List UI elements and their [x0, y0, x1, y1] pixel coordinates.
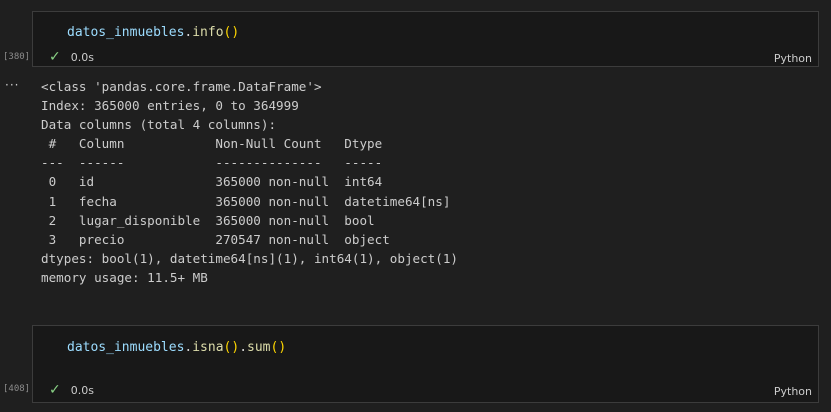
- language-selector[interactable]: Python: [774, 52, 812, 65]
- code-token-method: sum: [247, 340, 271, 355]
- language-selector[interactable]: Python: [774, 385, 812, 398]
- execution-duration: 0.0s: [70, 383, 94, 397]
- output-more-icon[interactable]: ···: [5, 78, 19, 92]
- output-line: 0 id 365000 non-null int64: [41, 174, 451, 190]
- output-line: 2 lugar_disponible 365000 non-null bool: [41, 212, 451, 228]
- code-token-method: info: [192, 25, 224, 40]
- notebook: [380] datos_inmuebles.info() ✓ 0.0s Pyth…: [0, 0, 831, 412]
- output-line: --- ------ -------------- -----: [41, 155, 451, 171]
- code-cell[interactable]: datos_inmuebles.isna().sum() ✓ 0.0s Pyth…: [32, 325, 819, 403]
- execution-count: [408]: [3, 384, 31, 394]
- execution-duration: 0.0s: [70, 50, 94, 64]
- output-line: memory usage: 11.5+ MB: [41, 269, 208, 285]
- output-line: 1 fecha 365000 non-null datetime64[ns]: [41, 193, 451, 209]
- output-line: # Column Non-Null Count Dtype: [41, 136, 451, 152]
- code-token-paren: ): [231, 25, 240, 40]
- check-icon: ✓: [49, 382, 61, 398]
- code-token-object: datos_inmuebles: [67, 25, 185, 40]
- code-token-object: datos_inmuebles: [67, 340, 185, 355]
- cell-status: ✓ 0.0s: [49, 50, 94, 64]
- code-token-dot: .: [239, 340, 248, 355]
- code-cell[interactable]: datos_inmuebles.info() ✓ 0.0s Python: [32, 11, 819, 67]
- code-token-method: isna: [192, 340, 224, 355]
- output-line: <class 'pandas.core.frame.DataFrame'>: [41, 79, 322, 94]
- check-icon: ✓: [49, 49, 61, 65]
- output-line: Data columns (total 4 columns):: [41, 117, 277, 133]
- output-line: Index: 365000 entries, 0 to 364999: [41, 98, 299, 114]
- code-editor[interactable]: datos_inmuebles.isna().sum(): [67, 340, 286, 356]
- code-token-paren: ): [278, 340, 287, 355]
- output-line: 3 precio 270547 non-null object: [41, 231, 451, 247]
- cell-status: ✓ 0.0s: [49, 383, 94, 397]
- code-editor[interactable]: datos_inmuebles.info(): [67, 25, 239, 41]
- cell-output: <class 'pandas.core.frame.DataFrame'> Ind…: [41, 77, 458, 287]
- execution-count: [380]: [3, 52, 31, 62]
- output-line: dtypes: bool(1), datetime64[ns](1), int6…: [41, 250, 459, 266]
